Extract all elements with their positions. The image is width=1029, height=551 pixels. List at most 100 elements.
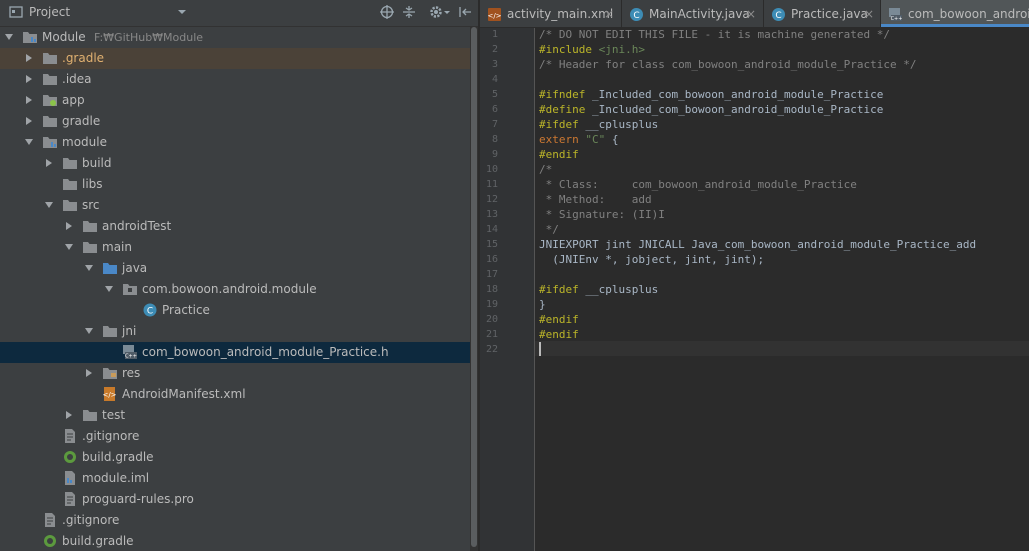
expanded-arrow-icon[interactable] — [84, 326, 94, 336]
folder-icon — [103, 326, 117, 337]
tree-item-label: test — [102, 408, 126, 422]
tree-row[interactable]: build.gradle — [0, 447, 470, 468]
tree-row[interactable]: build — [0, 153, 470, 174]
tree-item-label: Module — [42, 30, 86, 44]
tree-row[interactable]: </> AndroidManifest.xml — [0, 384, 470, 405]
line-number-gutter: 1 2 3 4 5 6 7 8 9 10 11 12 13 14 15 16 17 18 19 20 21 22 — [480, 28, 535, 551]
tree-row[interactable]: .gitignore — [0, 426, 470, 447]
tree-item-label: build.gradle — [82, 450, 154, 464]
tree-row[interactable]: module — [0, 132, 470, 153]
tree-row[interactable]: proguard-rules.pro — [0, 489, 470, 510]
tree-row[interactable]: C++ com_bowoon_android_module_Practice.h — [0, 342, 470, 363]
line-number: 1 — [491, 29, 498, 40]
hide-panel-icon[interactable] — [457, 4, 473, 20]
expanded-arrow-icon[interactable] — [4, 32, 14, 42]
tab-close-icon[interactable]: × — [864, 7, 874, 21]
tree-row[interactable]: build.gradle — [0, 531, 470, 551]
tab-practice-header[interactable]: C++ com_bowoon_android_module_Practice.h — [881, 0, 1029, 27]
code-line: /* — [539, 163, 553, 176]
tree-row[interactable]: gradle — [0, 111, 470, 132]
svg-text:C: C — [775, 11, 781, 21]
gradle-file-icon — [64, 451, 76, 463]
tree-item-label: .gitignore — [82, 429, 140, 443]
tab-close-icon[interactable]: × — [746, 7, 756, 21]
tree-row[interactable]: .idea — [0, 69, 470, 90]
tab-main-activity-java[interactable]: C MainActivity.java × — [622, 0, 764, 27]
line-number: 6 — [491, 104, 498, 115]
tree-item-label: Practice — [162, 303, 210, 317]
code-line: /* Header for class com_bowoon_android_m… — [539, 58, 917, 71]
tree-row[interactable]: java — [0, 258, 470, 279]
tree-row[interactable]: .gradle — [0, 48, 470, 69]
collapsed-arrow-icon[interactable] — [24, 53, 34, 63]
line-number: 5 — [491, 89, 498, 100]
expanded-arrow-icon[interactable] — [44, 200, 54, 210]
code-line: */ — [539, 223, 559, 236]
line-number: 22 — [485, 344, 498, 355]
tree-item-label: .idea — [62, 72, 92, 86]
project-scrollbar[interactable] — [470, 27, 478, 551]
code-line: } — [539, 298, 546, 311]
tab-label: activity_main.xml — [507, 7, 614, 21]
tree-row[interactable]: libs — [0, 174, 470, 195]
project-panel-header: Project — [0, 0, 480, 27]
line-number: 14 — [485, 224, 498, 235]
editor-tab-bar: </> activity_main.xml × C MainActivity.j… — [480, 0, 1029, 28]
tree-row[interactable]: androidTest — [0, 216, 470, 237]
tree-row[interactable]: main — [0, 237, 470, 258]
tree-item-label: gradle — [62, 114, 101, 128]
iml-file-icon — [65, 471, 75, 485]
xml-file-icon: </> — [487, 8, 502, 21]
text-file-icon — [45, 513, 55, 527]
project-scrollbar-thumb[interactable] — [471, 27, 477, 547]
tree-item-label: module.iml — [82, 471, 150, 485]
tree-item-label: .gitignore — [62, 513, 120, 527]
view-mode-dropdown-icon[interactable] — [174, 4, 190, 20]
folder-icon — [83, 242, 97, 253]
scroll-from-source-icon[interactable] — [379, 4, 395, 20]
collapsed-arrow-icon[interactable] — [24, 95, 34, 105]
tree-item-label: java — [122, 261, 148, 275]
collapsed-arrow-icon[interactable] — [64, 221, 74, 231]
tree-row[interactable]: src — [0, 195, 470, 216]
collapsed-arrow-icon[interactable] — [64, 410, 74, 420]
collapsed-arrow-icon[interactable] — [24, 116, 34, 126]
svg-text:</>: </> — [487, 12, 501, 20]
code-editor[interactable]: /* DO NOT EDIT THIS FILE - it is machine… — [535, 28, 1029, 551]
tree-row[interactable]: test — [0, 405, 470, 426]
collapsed-arrow-icon[interactable] — [24, 74, 34, 84]
resource-folder-icon — [103, 368, 117, 379]
tab-close-icon[interactable]: × — [604, 7, 614, 21]
folder-icon — [63, 179, 77, 190]
collapse-all-icon[interactable] — [401, 4, 417, 20]
java-class-icon: C — [143, 303, 157, 317]
tree-row[interactable]: C Practice — [0, 300, 470, 321]
expanded-arrow-icon[interactable] — [104, 284, 114, 294]
tree-row[interactable]: module.iml — [0, 468, 470, 489]
code-line: (JNIEnv *, jobject, jint, jint); — [539, 253, 765, 266]
line-number: 19 — [485, 299, 498, 310]
line-number: 8 — [491, 134, 498, 145]
tree-item-label: proguard-rules.pro — [82, 492, 194, 506]
tree-row[interactable]: .gitignore — [0, 510, 470, 531]
collapsed-arrow-icon[interactable] — [84, 368, 94, 378]
android-module-folder-icon — [43, 95, 57, 106]
tree-row[interactable]: res — [0, 363, 470, 384]
expanded-arrow-icon[interactable] — [84, 263, 94, 273]
tab-practice-java[interactable]: C Practice.java × — [764, 0, 881, 27]
tree-row[interactable]: Module F:₩GitHub₩Module — [0, 27, 470, 48]
expanded-arrow-icon[interactable] — [64, 242, 74, 252]
gear-dropdown-icon[interactable] — [442, 4, 452, 20]
tree-row[interactable]: jni — [0, 321, 470, 342]
tree-item-label: app — [62, 93, 85, 107]
line-number: 2 — [491, 44, 498, 55]
folder-icon — [43, 116, 57, 127]
tab-label: Practice.java — [791, 7, 868, 21]
tree-row[interactable]: com.bowoon.android.module — [0, 279, 470, 300]
expanded-arrow-icon[interactable] — [24, 137, 34, 147]
tree-row[interactable]: app — [0, 90, 470, 111]
tab-activity-main-xml[interactable]: </> activity_main.xml × — [480, 0, 622, 27]
manifest-file-icon: </> — [102, 387, 117, 401]
collapsed-arrow-icon[interactable] — [44, 158, 54, 168]
header-file-icon: C++ — [123, 345, 137, 359]
